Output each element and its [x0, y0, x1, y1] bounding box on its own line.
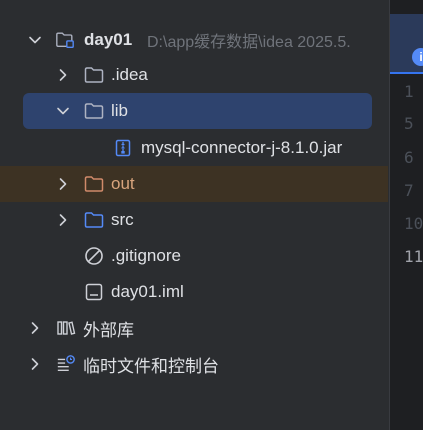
tree-item-scratches[interactable]: 临时文件和控制台: [0, 346, 388, 382]
scratches-icon: [56, 354, 76, 374]
tree-item-iml[interactable]: day01.iml: [0, 274, 388, 310]
file-type-badge: i: [412, 48, 423, 66]
jar-archive-icon: [113, 138, 133, 158]
tree-item-label: .idea: [111, 65, 148, 84]
line-number: 7: [404, 181, 414, 200]
folder-icon: [84, 101, 104, 121]
tree-item-label: 外部库: [83, 320, 134, 340]
line-number-current: 11: [404, 247, 423, 266]
line-number: 5: [404, 114, 414, 133]
tree-item-label: out: [111, 174, 135, 193]
tree-item-jar[interactable]: mysql-connector-j-8.1.0.jar: [0, 130, 388, 166]
tree-item-label: mysql-connector-j-8.1.0.jar: [141, 138, 343, 157]
line-number: 1: [404, 82, 414, 101]
line-number: 6: [404, 148, 414, 167]
line-number: 10: [404, 214, 423, 233]
tree-item-label: src: [111, 210, 134, 229]
tree-item-label: day01.iml: [111, 282, 184, 301]
ide-window: day01 D:\app缓存数据\idea 2025.5. .idea lib: [0, 0, 423, 430]
tree-item-label: lib: [111, 101, 129, 120]
tree-item-lib[interactable]: lib: [23, 93, 372, 129]
tree-item-src[interactable]: src: [0, 202, 388, 238]
project-name: day01: [84, 30, 133, 49]
source-folder-icon: [84, 210, 104, 230]
library-icon: [56, 318, 76, 338]
chevron-down-icon[interactable]: [27, 32, 43, 48]
chevron-right-icon[interactable]: [55, 67, 71, 83]
project-path: D:\app缓存数据\idea 2025.5.: [147, 34, 351, 51]
chevron-right-icon[interactable]: [55, 176, 71, 192]
chevron-down-icon[interactable]: [55, 103, 71, 119]
tree-item-gitignore[interactable]: .gitignore: [0, 238, 388, 274]
ignore-file-icon: [84, 246, 104, 266]
tree-item-label: .gitignore: [111, 246, 181, 265]
chevron-right-icon[interactable]: [27, 320, 43, 336]
folder-icon: [84, 65, 104, 85]
excluded-folder-icon: [84, 174, 104, 194]
editor-panel-edge: i 1 5 6 7 10 11: [389, 0, 423, 430]
tree-item-out[interactable]: out: [0, 166, 388, 202]
editor-tab[interactable]: i: [390, 14, 423, 74]
tree-item-external-libraries[interactable]: 外部库: [0, 310, 388, 346]
tree-item-project-root[interactable]: day01 D:\app缓存数据\idea 2025.5.: [0, 22, 388, 58]
module-file-icon: [84, 282, 104, 302]
tree-item-idea[interactable]: .idea: [0, 57, 388, 93]
tree-item-label: 临时文件和控制台: [83, 356, 219, 376]
module-folder-icon: [55, 30, 75, 50]
chevron-right-icon[interactable]: [27, 356, 43, 372]
chevron-right-icon[interactable]: [55, 212, 71, 228]
project-tree: day01 D:\app缓存数据\idea 2025.5. .idea lib: [0, 0, 388, 430]
